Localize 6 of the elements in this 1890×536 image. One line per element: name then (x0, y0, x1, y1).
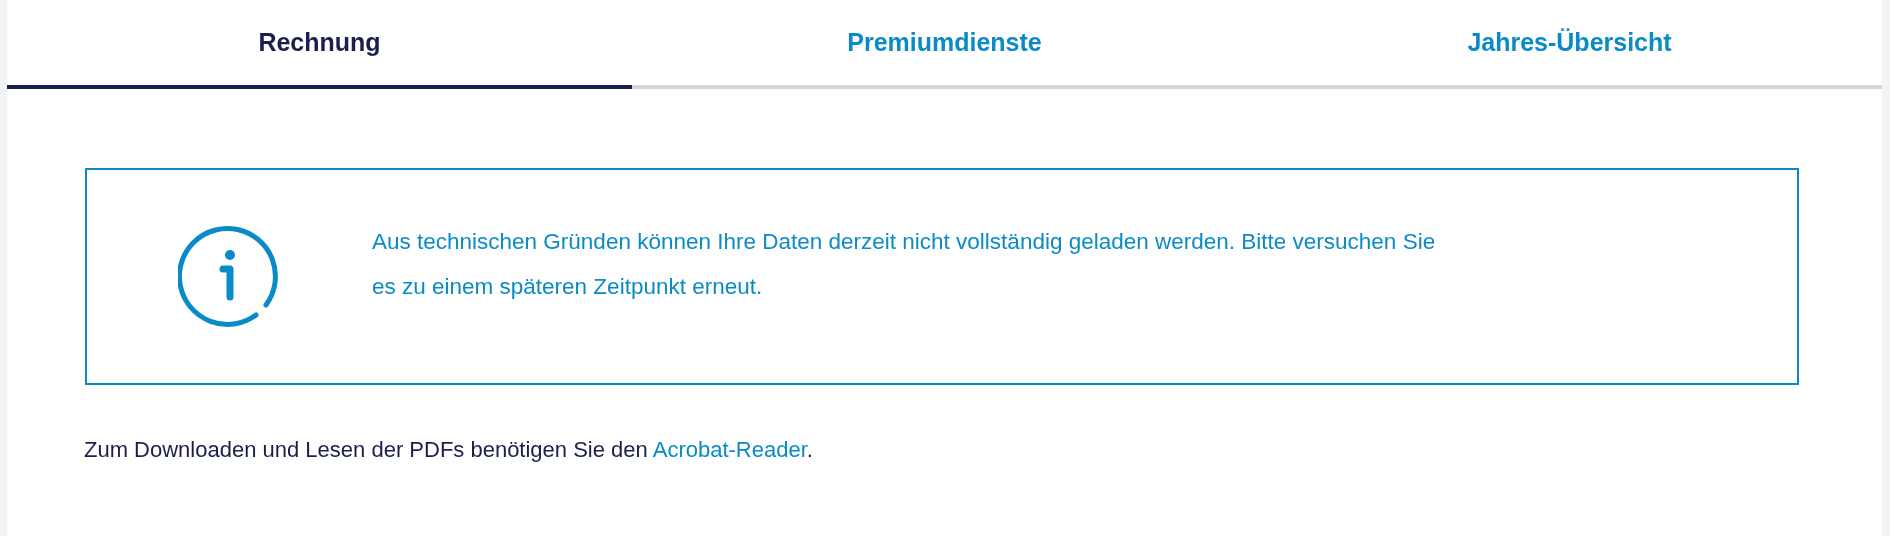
acrobat-reader-link[interactable]: Acrobat-Reader (652, 437, 807, 462)
tab[interactable]: Jahres-Übersicht (1257, 0, 1882, 89)
tab[interactable]: Rechnung (7, 0, 632, 89)
info-message: Aus technischen Gründen können Ihre Daten derzeit nicht vollständig geladen werden. Bitte versuchen Sie es zu einem späteren Zeitpunkt erneut. (372, 227, 1437, 301)
tab[interactable]: Premiumdienste (632, 0, 1257, 89)
footer-text: Zum Downloaden und Lesen der PDFs benötigen Sie den Acrobat-Reader. (84, 437, 814, 463)
